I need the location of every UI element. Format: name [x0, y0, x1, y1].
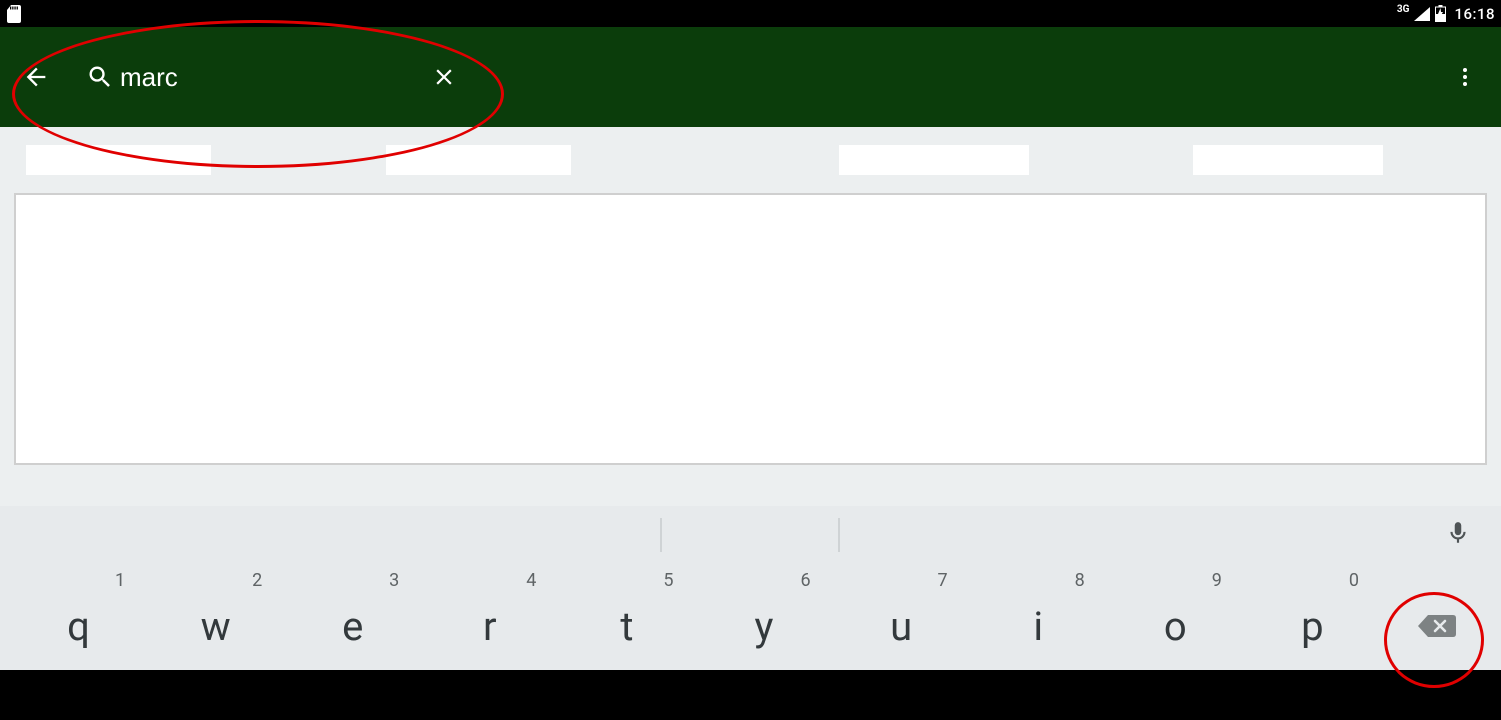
keyboard-row-1: 1q 2w 3e 4r 5t 6y 7u 8i 9o 0p: [0, 564, 1501, 670]
status-bar: 3G 16:18: [0, 0, 1501, 27]
content-area: [0, 127, 1501, 506]
key-hint: 6: [800, 570, 810, 591]
key-hint: 1: [115, 570, 125, 591]
results-panel: [14, 193, 1487, 465]
key-label: e: [342, 603, 363, 650]
network-label: 3G: [1397, 4, 1410, 15]
back-button[interactable]: [12, 53, 60, 101]
tab-chip[interactable]: [1193, 145, 1383, 175]
key-p[interactable]: 0p: [1244, 564, 1381, 670]
microphone-icon: [1445, 518, 1471, 548]
backspace-icon: [1415, 611, 1457, 641]
key-hint: 8: [1075, 570, 1085, 591]
tabs-row: [14, 145, 1487, 175]
search-icon-button[interactable]: [80, 53, 120, 101]
key-backspace[interactable]: [1381, 564, 1491, 670]
battery-charging-icon: [1435, 5, 1446, 22]
key-hint: 4: [526, 570, 536, 591]
tab-chip[interactable]: [839, 145, 1029, 175]
key-e[interactable]: 3e: [284, 564, 421, 670]
key-q[interactable]: 1q: [10, 564, 147, 670]
arrow-back-icon: [22, 63, 50, 91]
key-t[interactable]: 5t: [558, 564, 695, 670]
keyboard-suggestion-bar: [0, 506, 1501, 564]
key-label: w: [201, 603, 231, 650]
app-bar: [0, 27, 1501, 127]
key-hint: 7: [938, 570, 948, 591]
more-vert-icon: [1453, 65, 1477, 89]
key-w[interactable]: 2w: [147, 564, 284, 670]
search-icon: [86, 63, 114, 91]
key-hint: 5: [663, 570, 673, 591]
tab-chip[interactable]: [386, 145, 571, 175]
key-label: y: [755, 603, 774, 650]
key-o[interactable]: 9o: [1107, 564, 1244, 670]
nav-bar-blackout: [0, 670, 1501, 720]
status-left: [6, 5, 22, 23]
key-r[interactable]: 4r: [421, 564, 558, 670]
voice-input-button[interactable]: [1445, 518, 1471, 552]
status-clock: 16:18: [1454, 5, 1495, 23]
search-input[interactable]: [120, 62, 420, 93]
key-i[interactable]: 8i: [970, 564, 1107, 670]
key-label: i: [1033, 603, 1043, 650]
key-hint: 2: [252, 570, 262, 591]
soft-keyboard: 1q 2w 3e 4r 5t 6y 7u 8i 9o 0p: [0, 506, 1501, 670]
key-label: o: [1164, 603, 1187, 650]
sd-card-icon: [6, 5, 22, 23]
key-label: p: [1301, 603, 1323, 650]
key-label: r: [483, 603, 497, 650]
key-label: u: [890, 603, 912, 650]
key-hint: 0: [1349, 570, 1359, 591]
status-right: 3G 16:18: [1397, 5, 1495, 23]
overflow-menu-button[interactable]: [1441, 53, 1489, 101]
clear-search-button[interactable]: [420, 53, 468, 101]
tab-chip[interactable]: [26, 145, 211, 175]
key-hint: 3: [389, 570, 399, 591]
close-icon: [431, 64, 457, 90]
key-hint: 9: [1212, 570, 1222, 591]
key-label: t: [620, 603, 633, 650]
key-u[interactable]: 7u: [833, 564, 970, 670]
key-y[interactable]: 6y: [695, 564, 832, 670]
signal-icon: [1413, 6, 1431, 22]
suggestion-separator: [660, 518, 662, 552]
suggestion-separator: [838, 518, 840, 552]
key-label: q: [67, 603, 90, 650]
